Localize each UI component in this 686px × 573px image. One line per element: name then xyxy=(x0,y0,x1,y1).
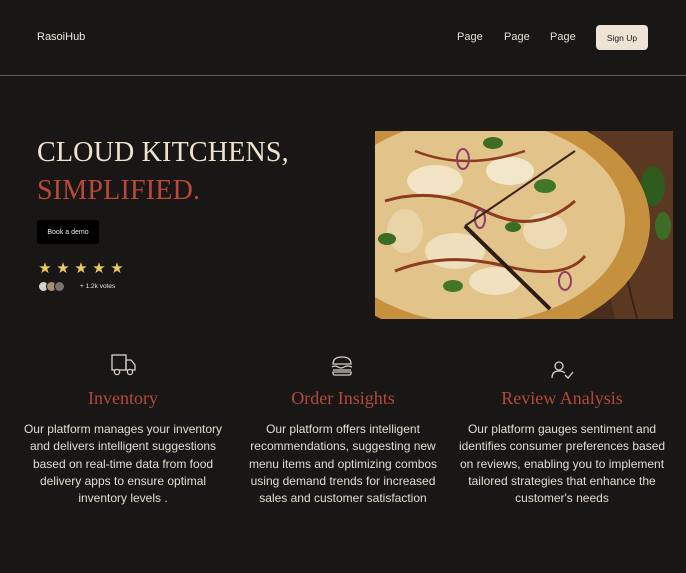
feature-title-order-insights: Order Insights xyxy=(291,388,395,408)
hero-title-line-2: SIMPLIFIED. xyxy=(37,175,201,206)
hero-title-line-1: CLOUD KITCHENS, xyxy=(37,137,289,168)
top-navbar: RasoiHub Page Page Page Sign Up xyxy=(0,0,686,76)
user-check-icon xyxy=(551,360,575,385)
sign-up-button[interactable]: Sign Up xyxy=(596,25,648,50)
star-icon: ★ xyxy=(56,260,70,277)
feature-title-review-analysis: Review Analysis xyxy=(501,388,623,408)
pizza-photo xyxy=(375,131,673,319)
feature-title-inventory: Inventory xyxy=(88,388,158,408)
star-icon: ★ xyxy=(92,260,106,277)
brand-logo-text[interactable]: RasoiHub xyxy=(37,31,85,43)
nav-link-page-2[interactable]: Page xyxy=(504,31,530,43)
nav-link-page-3[interactable]: Page xyxy=(550,31,576,43)
rating-stars: ★ ★ ★ ★ ★ xyxy=(37,261,125,276)
landing-page: RasoiHub Page Page Page Sign Up CLOUD KI… xyxy=(0,0,686,573)
voter-avatars xyxy=(38,281,65,292)
star-icon: ★ xyxy=(74,260,88,277)
truck-icon xyxy=(110,352,138,383)
star-icon: ★ xyxy=(38,260,52,277)
nav-link-page-1[interactable]: Page xyxy=(457,31,483,43)
star-icon: ★ xyxy=(110,260,124,277)
burger-icon xyxy=(330,355,354,382)
feature-description-order-insights: Our platform offers intelligent recommen… xyxy=(248,422,438,506)
header-divider xyxy=(0,75,686,76)
avatar xyxy=(54,281,65,292)
feature-description-inventory: Our platform manages your inventory and … xyxy=(23,422,223,506)
votes-count: + 1.2k votes xyxy=(80,283,116,290)
feature-description-review-analysis: Our platform gauges sentiment and identi… xyxy=(458,422,666,506)
book-demo-button[interactable]: Book a demo xyxy=(37,220,99,244)
